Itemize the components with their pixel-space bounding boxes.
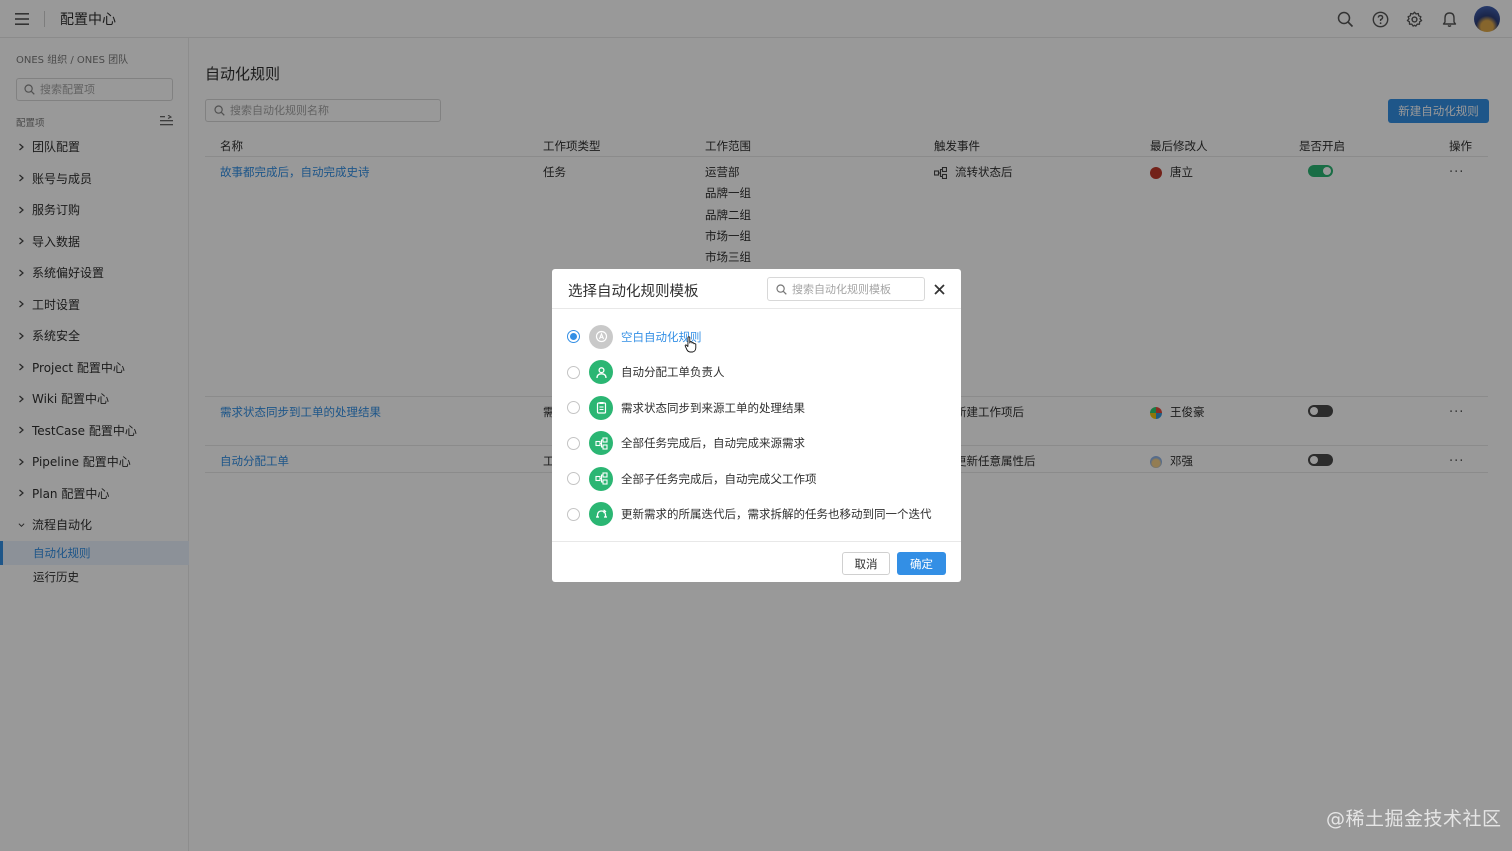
modal-footer: 取消 确定 <box>552 541 961 582</box>
template-option[interactable]: 空白自动化规则 <box>552 319 961 355</box>
flow-icon <box>589 431 613 456</box>
cancel-button[interactable]: 取消 <box>842 552 890 575</box>
radio-button[interactable] <box>567 330 580 344</box>
watermark: @稀土掘金技术社区 <box>1326 808 1502 830</box>
template-option[interactable]: 更新需求的所属迭代后，需求拆解的任务也移动到同一个迭代 <box>552 497 961 533</box>
search-icon <box>776 283 787 295</box>
template-option[interactable]: 全部子任务完成后，自动完成父工作项 <box>552 461 961 497</box>
radio-button[interactable] <box>567 507 580 521</box>
radio-button[interactable] <box>567 365 580 379</box>
clipboard-icon <box>589 395 613 420</box>
person-icon <box>589 360 613 385</box>
template-search[interactable] <box>767 277 925 301</box>
modal-title: 选择自动化规则模板 <box>568 284 699 300</box>
blank-rule-icon <box>589 324 613 349</box>
template-option[interactable]: 全部任务完成后，自动完成来源需求 <box>552 426 961 462</box>
radio-button[interactable] <box>567 401 580 415</box>
modal-header: 选择自动化规则模板 <box>552 269 961 309</box>
confirm-button[interactable]: 确定 <box>897 552 946 575</box>
template-modal: 选择自动化规则模板 空白自动化规则 自动分配工单负责人 需求状态同步到来源工单的… <box>552 269 961 582</box>
template-search-input[interactable] <box>792 282 917 296</box>
option-label: 全部子任务完成后，自动完成父工作项 <box>621 471 817 486</box>
radio-button[interactable] <box>567 472 580 486</box>
hand-cursor-icon <box>684 336 697 353</box>
template-options: 空白自动化规则 自动分配工单负责人 需求状态同步到来源工单的处理结果 全部任务完… <box>552 319 961 532</box>
radio-button[interactable] <box>567 436 580 450</box>
flow-icon <box>589 466 613 491</box>
template-option[interactable]: 需求状态同步到来源工单的处理结果 <box>552 390 961 426</box>
option-label: 更新需求的所属迭代后，需求拆解的任务也移动到同一个迭代 <box>621 507 932 522</box>
option-label: 自动分配工单负责人 <box>621 365 725 380</box>
option-label: 全部任务完成后，自动完成来源需求 <box>621 436 805 451</box>
close-icon[interactable] <box>932 282 946 296</box>
option-label: 需求状态同步到来源工单的处理结果 <box>621 400 805 415</box>
iteration-icon <box>589 502 613 527</box>
template-option[interactable]: 自动分配工单负责人 <box>552 355 961 391</box>
